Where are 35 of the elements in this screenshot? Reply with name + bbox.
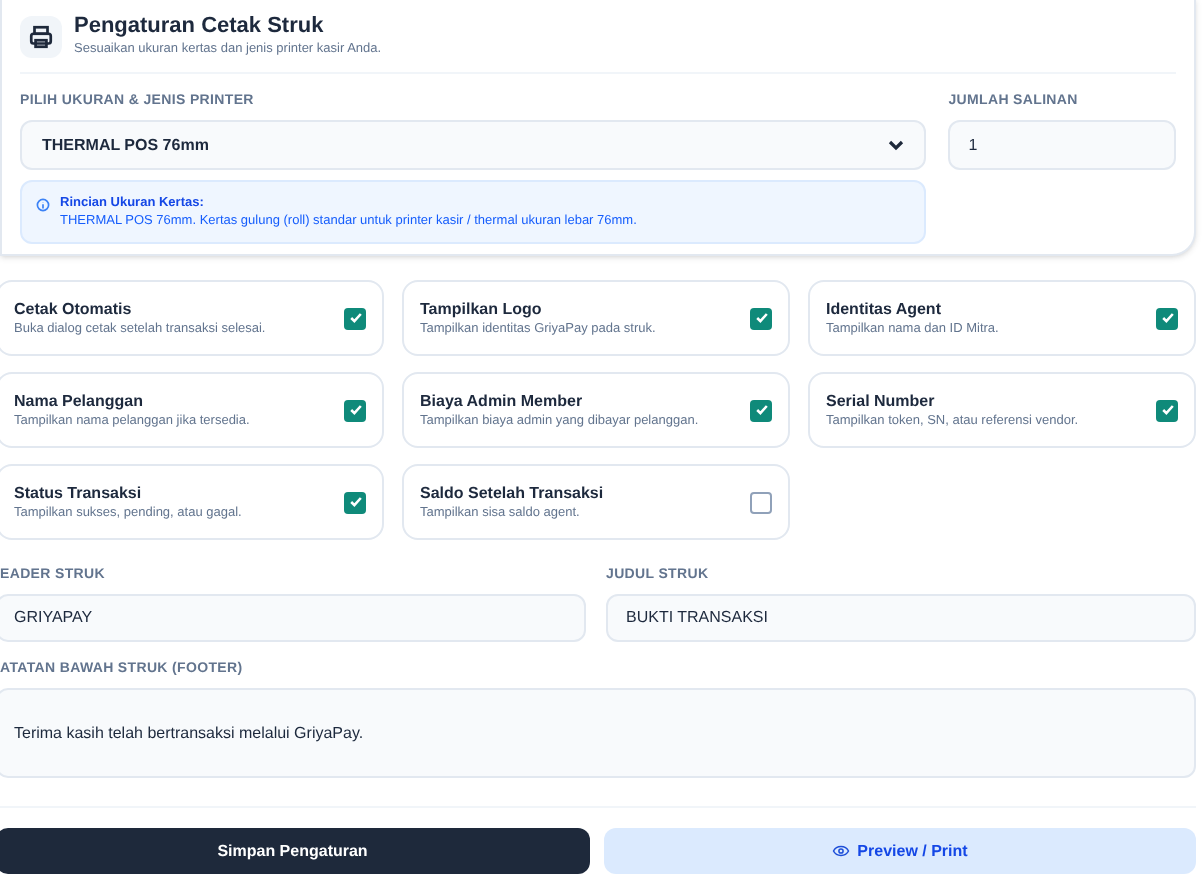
page-title: Pengaturan Cetak Struk (74, 12, 326, 40)
checkbox[interactable] (344, 491, 366, 513)
printer-select[interactable]: THERMAL POS 76mm (20, 120, 927, 170)
check-icon (347, 402, 363, 418)
option-title: Cetak Otomatis (14, 297, 134, 319)
checkbox[interactable] (750, 491, 772, 513)
info-icon (36, 198, 50, 212)
check-icon (347, 494, 363, 510)
eye-icon (831, 844, 850, 858)
checkbox[interactable] (1156, 399, 1178, 421)
check-icon (347, 310, 363, 326)
checkbox[interactable] (344, 399, 366, 421)
option-title: Status Transaksi (14, 481, 144, 503)
checkbox[interactable] (750, 307, 772, 329)
option-title: Nama Pelanggan (14, 389, 145, 411)
copies-field[interactable]: 1 (948, 120, 1176, 170)
checkbox[interactable] (1156, 307, 1178, 329)
printer-icon (20, 15, 62, 57)
checkbox[interactable] (344, 307, 366, 329)
save-button[interactable]: Simpan Pengaturan (0, 828, 589, 874)
check-icon (753, 402, 769, 418)
option-title: Biaya Admin Member (420, 389, 585, 411)
checkbox[interactable] (750, 399, 772, 421)
option-title: Identitas Agent (826, 297, 943, 319)
check-icon (1159, 310, 1175, 326)
option-title: Serial Number (826, 389, 937, 411)
option-title: Tampilkan Logo (420, 297, 544, 319)
preview-button[interactable]: Preview / Print (603, 828, 1196, 874)
header-field[interactable]: GRIYAPAY (0, 594, 586, 642)
title-field[interactable]: BUKTI TRANSAKSI (606, 594, 1196, 642)
check-icon (753, 310, 769, 326)
option-title: Saldo Setelah Transaksi (420, 481, 604, 503)
check-icon (1159, 402, 1175, 418)
footer-textarea[interactable]: Terima kasih telah bertransaksi melalui GriyaPay. (0, 688, 1196, 778)
chevron-down-icon (888, 139, 905, 151)
